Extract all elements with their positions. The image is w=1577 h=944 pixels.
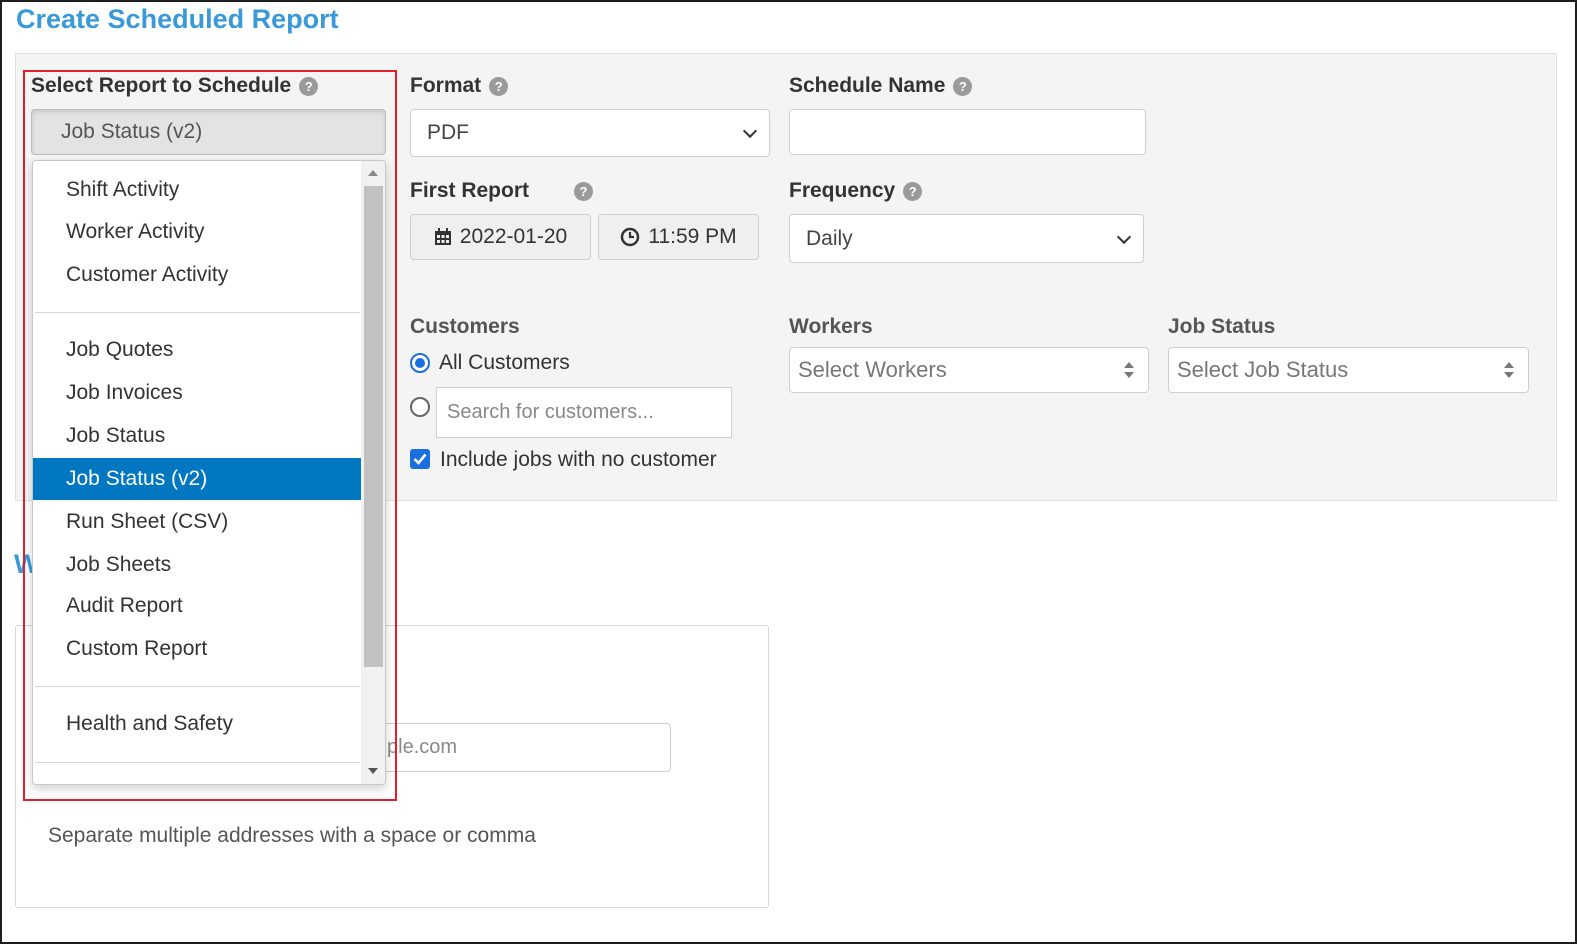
workers-select-placeholder: Select Workers: [798, 357, 947, 382]
schedule-name-label-text: Schedule Name: [789, 74, 946, 97]
page-title: Create Scheduled Report: [16, 4, 339, 34]
job-status-label: Job Status: [1168, 315, 1276, 338]
highlight-annotation-box: [23, 70, 397, 801]
first-report-date-button[interactable]: 2022-01-20: [410, 214, 591, 260]
email-input-placeholder: ple.com: [387, 736, 458, 758]
schedule-name-label: Schedule Name ?: [789, 74, 973, 98]
specific-customers-radio[interactable]: [410, 397, 430, 417]
job-status-select-placeholder: Select Job Status: [1177, 357, 1349, 382]
format-label-text: Format: [410, 74, 482, 97]
include-no-customer-checkbox[interactable]: [410, 449, 430, 469]
frequency-label-text: Frequency: [789, 179, 896, 202]
checkmark-icon: [413, 453, 427, 465]
sort-arrows-icon: [1124, 362, 1134, 378]
format-label: Format ?: [410, 74, 509, 98]
frequency-select-value: Daily: [806, 226, 853, 250]
job-status-select[interactable]: Select Job Status: [1168, 347, 1529, 393]
calendar-icon: [434, 228, 451, 245]
all-customers-radio[interactable]: [410, 353, 430, 373]
chevron-down-icon: [1116, 229, 1132, 244]
sort-arrows-icon: [1504, 362, 1514, 378]
first-report-date: 2022-01-20: [459, 225, 568, 248]
help-icon[interactable]: ?: [903, 181, 923, 201]
customers-label: Customers: [410, 315, 520, 338]
workers-label: Workers: [789, 315, 873, 338]
customer-search-input[interactable]: Search for customers...: [436, 387, 732, 438]
first-report-time-button[interactable]: 11:59 PM: [598, 214, 759, 260]
first-report-label-text: First Report: [410, 179, 530, 202]
email-hint: Separate multiple addresses with a space…: [48, 824, 536, 847]
help-icon[interactable]: ?: [489, 76, 509, 96]
first-report-time: 11:59 PM: [648, 225, 737, 248]
workers-select[interactable]: Select Workers: [789, 347, 1149, 393]
help-icon[interactable]: ?: [953, 76, 973, 96]
format-select-value: PDF: [427, 121, 469, 144]
clock-icon: [621, 227, 640, 247]
frequency-label: Frequency ?: [789, 179, 923, 203]
frequency-select[interactable]: Daily: [789, 214, 1144, 263]
chevron-down-icon: [742, 123, 758, 139]
format-select[interactable]: PDF: [410, 109, 770, 157]
customer-search-placeholder: Search for customers...: [447, 401, 654, 423]
first-report-label: First Report ?: [410, 179, 594, 203]
help-icon[interactable]: ?: [574, 181, 594, 201]
all-customers-label: All Customers: [439, 351, 570, 374]
schedule-name-input[interactable]: [789, 109, 1146, 155]
include-no-customer-label: Include jobs with no customer: [440, 448, 717, 471]
